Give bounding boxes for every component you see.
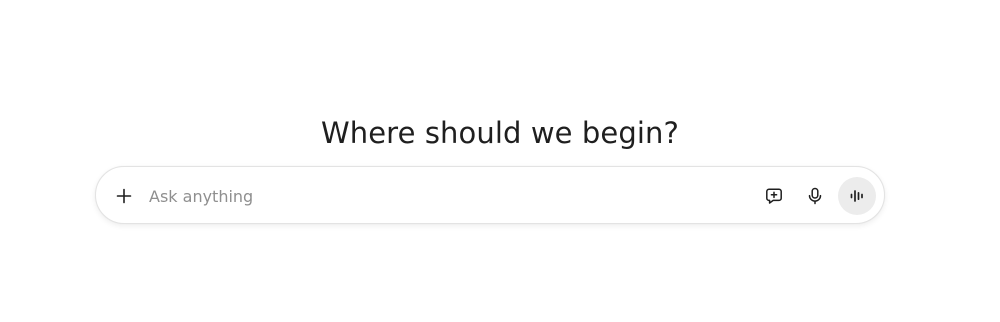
dictate-button[interactable] (799, 180, 831, 212)
voice-mode-button[interactable] (838, 177, 876, 215)
prompt-composer[interactable] (95, 166, 885, 224)
add-attachment-button[interactable] (108, 180, 140, 212)
chat-plus-icon (764, 186, 784, 206)
temporary-chat-button[interactable] (758, 180, 790, 212)
page-heading: Where should we begin? (320, 116, 679, 151)
microphone-icon (805, 186, 825, 206)
plus-icon (115, 187, 133, 205)
voice-waveform-icon (848, 187, 866, 205)
prompt-input[interactable] (149, 181, 739, 211)
